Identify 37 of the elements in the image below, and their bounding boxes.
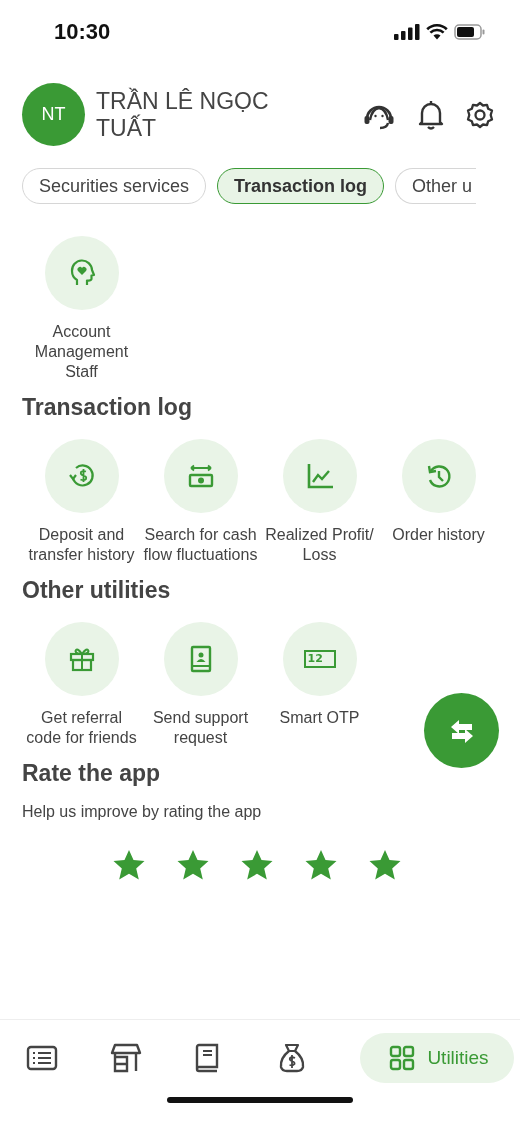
star-icon[interactable] bbox=[240, 849, 274, 881]
utility-label: Deposit and transfer history bbox=[27, 525, 136, 565]
user-name: TRẦN LÊ NGỌC TUẤT bbox=[96, 87, 270, 142]
dollar-cycle-icon bbox=[67, 462, 96, 490]
utility-label: Search for cash flow fluctuations bbox=[142, 525, 259, 565]
book-icon bbox=[194, 1042, 220, 1073]
filter-tab[interactable]: Transaction log bbox=[217, 168, 385, 204]
section-title: Other utilities bbox=[22, 577, 172, 604]
utility-label: Smart OTP bbox=[278, 708, 361, 728]
settings-icon[interactable] bbox=[466, 100, 494, 129]
signal-icon bbox=[394, 24, 420, 40]
battery-icon bbox=[454, 24, 486, 40]
line-chart-icon bbox=[305, 462, 334, 490]
money-bag-icon bbox=[278, 1042, 306, 1073]
utility-label: Order history bbox=[391, 525, 486, 545]
status-time: 10:30 bbox=[54, 19, 111, 45]
filter-tab[interactable]: Securities services bbox=[22, 168, 207, 204]
utility-label: Realized Profit/ Loss bbox=[264, 525, 375, 565]
wifi-icon bbox=[426, 24, 448, 40]
utility-label: Send support request bbox=[151, 708, 250, 748]
star-icon[interactable] bbox=[176, 849, 210, 881]
section-title: Rate the app bbox=[22, 760, 162, 787]
filter-tab[interactable]: Other u bbox=[395, 168, 477, 204]
list-icon bbox=[26, 1044, 58, 1071]
notification-bell-icon[interactable] bbox=[418, 99, 444, 130]
section-title: Transaction log bbox=[22, 394, 193, 421]
cash-arrows-icon bbox=[186, 462, 215, 490]
avatar: NT bbox=[22, 83, 85, 146]
utility-label: Account Management Staff bbox=[33, 322, 130, 382]
utility-label: Get referral code for friends bbox=[25, 708, 138, 748]
star-icon[interactable] bbox=[368, 849, 402, 881]
store-icon bbox=[110, 1042, 142, 1073]
code-card-icon: 12 bbox=[303, 650, 336, 668]
rating-prompt: Help us improve by rating the app bbox=[22, 803, 263, 821]
star-icon[interactable] bbox=[304, 849, 338, 881]
grid-icon bbox=[389, 1044, 416, 1071]
star-icon[interactable] bbox=[112, 849, 146, 881]
